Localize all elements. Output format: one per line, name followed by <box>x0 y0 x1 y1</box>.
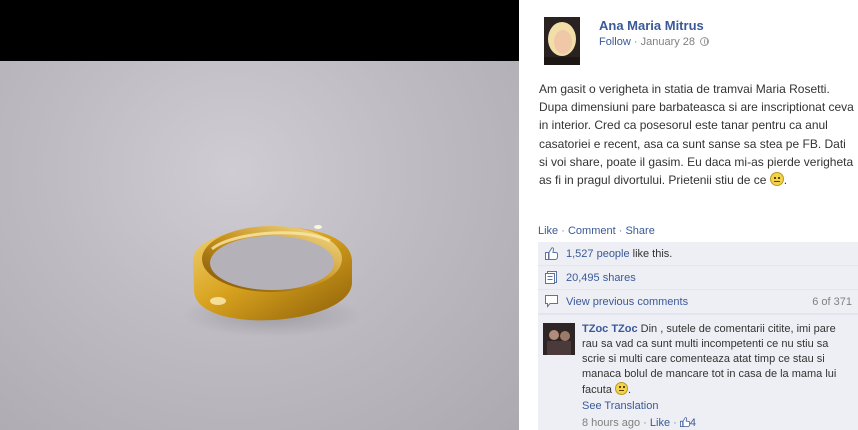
comment-meta-separator: · <box>643 417 647 429</box>
ring-image <box>182 225 362 337</box>
globe-icon <box>700 37 710 46</box>
comment-meta-separator: · <box>673 417 677 429</box>
likes-text: like this. <box>632 247 673 260</box>
feedback-box: 1,527 people like this. 20,495 shares Vi… <box>538 242 858 430</box>
comment-button[interactable]: Comment <box>568 225 616 237</box>
post-details-panel: Ana Maria Mitrus Follow · January 28 Am … <box>519 0 858 430</box>
commenter-avatar[interactable] <box>543 323 575 355</box>
photo-wedding-ring[interactable] <box>0 61 519 430</box>
comment-text-end: . <box>628 384 632 396</box>
meta-separator: · <box>633 36 638 48</box>
likes-row: 1,527 people like this. <box>538 242 858 266</box>
post-meta: Follow · January 28 <box>599 36 710 48</box>
smiley-icon <box>615 382 629 395</box>
comment-like-count[interactable]: 4 <box>679 417 697 429</box>
share-button[interactable]: Share <box>625 225 654 237</box>
action-separator: · <box>561 225 565 237</box>
shares-row: 20,495 shares <box>538 266 858 290</box>
thumbs-up-icon <box>545 247 558 260</box>
like-button[interactable]: Like <box>538 225 558 237</box>
shares-count-link[interactable]: 20,495 shares <box>566 272 636 284</box>
post-date[interactable]: January 28 <box>641 36 695 48</box>
comment-body: TZoc TZoc Din , sutele de comentarii cit… <box>582 322 852 430</box>
caption-text: Am gasit o verigheta in statia de tramva… <box>539 82 854 188</box>
comments-icon <box>545 295 558 308</box>
author-name[interactable]: Ana Maria Mitrus <box>599 18 704 33</box>
thumbs-up-icon <box>679 417 690 427</box>
comment-time[interactable]: 8 hours ago <box>582 417 640 429</box>
comment-like-count-value: 4 <box>689 417 697 429</box>
post-caption: Am gasit o verigheta in statia de tramva… <box>539 80 857 189</box>
likes-count-link[interactable]: 1,527 people <box>566 248 630 260</box>
view-comments-row: View previous comments 6 of 371 <box>538 290 858 314</box>
caption-end: . <box>783 173 788 188</box>
comment-item: TZoc TZoc Din , sutele de comentarii cit… <box>538 314 858 430</box>
comments-count: 6 of 371 <box>812 295 852 308</box>
follow-link[interactable]: Follow <box>599 36 631 48</box>
shares-icon <box>545 271 557 284</box>
comment-like-button[interactable]: Like <box>650 417 670 429</box>
smiley-icon <box>769 172 784 187</box>
comment-meta: 8 hours ago · Like · 4 <box>582 416 852 430</box>
author-avatar[interactable] <box>544 17 580 65</box>
comment-author[interactable]: TZoc TZoc <box>582 323 638 335</box>
post-actions: Like · Comment · Share <box>538 225 655 237</box>
see-translation-link[interactable]: See Translation <box>582 399 852 414</box>
view-previous-comments-link[interactable]: View previous comments <box>566 296 688 308</box>
action-separator: · <box>618 225 623 237</box>
photo-viewer[interactable] <box>0 0 519 430</box>
